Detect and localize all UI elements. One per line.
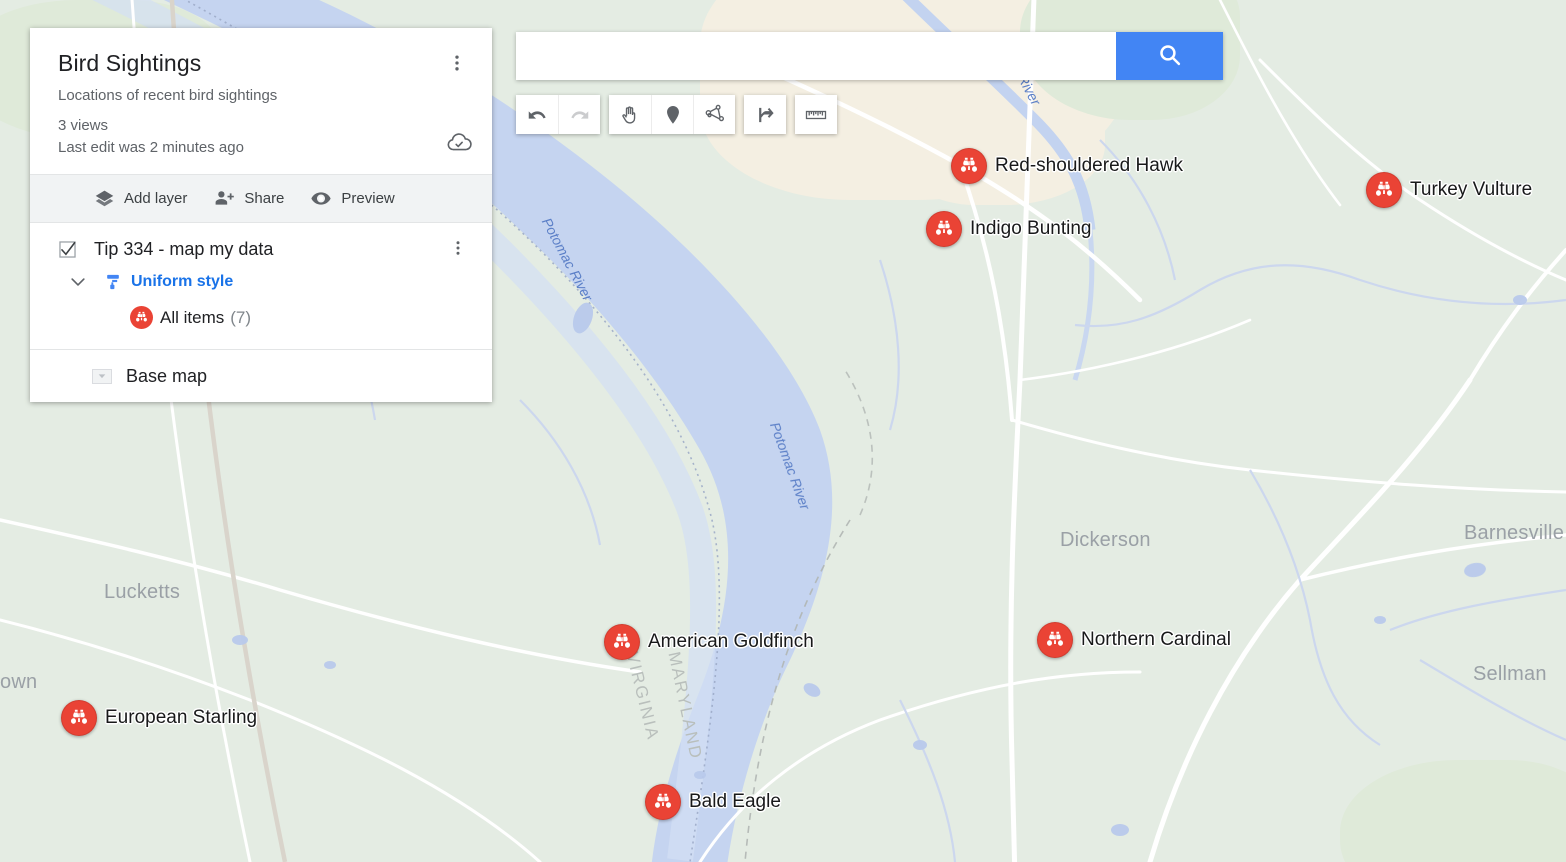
more-vert-icon xyxy=(449,239,467,262)
map-marker-label: American Goldfinch xyxy=(648,631,814,652)
binoculars-icon xyxy=(926,211,962,247)
layer-menu-button[interactable] xyxy=(444,236,472,264)
redo-icon xyxy=(569,104,591,126)
undo-icon xyxy=(526,104,548,126)
map-marker[interactable]: Northern Cardinal xyxy=(1037,622,1231,658)
panel-menu-button[interactable] xyxy=(442,50,472,80)
map-marker-label: Turkey Vulture xyxy=(1410,179,1533,200)
binoculars-icon xyxy=(604,624,640,660)
map-toolbar xyxy=(516,95,846,134)
search-input[interactable] xyxy=(516,32,1116,80)
paint-roller-icon xyxy=(102,271,124,293)
redo-button[interactable] xyxy=(558,95,600,134)
add-marker-button[interactable] xyxy=(651,95,693,134)
map-marker-label: Indigo Bunting xyxy=(970,218,1092,239)
layer-name: Tip 334 - map my data xyxy=(94,239,274,259)
add-layer-label: Add layer xyxy=(124,190,188,207)
directions-icon xyxy=(754,104,776,126)
map-marker-label: Bald Eagle xyxy=(689,791,781,812)
preview-label: Preview xyxy=(341,190,395,207)
base-map-swatch[interactable] xyxy=(92,368,112,384)
my-maps-app: Dickerson Barnesville Sellman Lucketts o… xyxy=(0,0,1566,862)
place-label: Lucketts xyxy=(104,581,181,603)
map-views-count: 3 views xyxy=(58,117,109,134)
panel-action-bar: Add layer Share Preview xyxy=(30,174,492,223)
map-marker[interactable]: European Starling xyxy=(61,700,257,736)
layer-row: Tip 334 - map my data xyxy=(58,239,472,260)
layer-list: Tip 334 - map my data Uniform style All … xyxy=(30,223,492,349)
binoculars-icon xyxy=(1037,622,1073,658)
map-marker[interactable]: Red-shouldered Hawk xyxy=(951,148,1183,184)
person-add-icon xyxy=(213,188,244,209)
binoculars-icon xyxy=(1366,172,1402,208)
map-title: Bird Sightings xyxy=(58,50,202,76)
map-marker-label: Red-shouldered Hawk xyxy=(995,155,1183,176)
map-description: Locations of recent bird sightings xyxy=(58,87,278,104)
toolbar-group-draw xyxy=(609,95,735,134)
directions-button[interactable] xyxy=(744,95,786,134)
place-label: Sellman xyxy=(1473,663,1547,685)
ruler-icon xyxy=(804,103,828,127)
place-label: Barnesville xyxy=(1464,522,1565,544)
layer-style-row[interactable]: Uniform style xyxy=(66,270,472,294)
base-map-label: Base map xyxy=(126,365,208,386)
hand-icon xyxy=(619,104,641,126)
polyline-icon xyxy=(704,104,726,126)
search-bar xyxy=(516,32,1223,80)
map-pin-icon xyxy=(662,104,684,126)
map-last-edit: Last edit was 2 minutes ago xyxy=(58,139,244,156)
more-vert-icon xyxy=(447,53,467,78)
all-items-label: All items xyxy=(160,307,225,327)
map-marker-label: Northern Cardinal xyxy=(1081,629,1231,650)
map-marker[interactable]: Indigo Bunting xyxy=(926,211,1092,247)
map-info-panel: Bird Sightings Locations of recent bird … xyxy=(30,28,492,402)
binoculars-icon xyxy=(645,784,681,820)
cloud-done-icon xyxy=(446,130,472,161)
map-marker-label: European Starling xyxy=(105,707,258,728)
place-label: Dickerson xyxy=(1060,529,1151,551)
layer-style-label: Uniform style xyxy=(131,273,234,290)
toolbar-group-history xyxy=(516,95,600,134)
map-marker[interactable]: Turkey Vulture xyxy=(1366,172,1532,208)
map-marker[interactable]: American Goldfinch xyxy=(604,624,814,660)
measure-button[interactable] xyxy=(795,95,837,134)
saved-status-indicator xyxy=(444,130,474,160)
add-layer-button[interactable]: Add layer xyxy=(94,188,187,209)
place-label: own xyxy=(0,671,38,693)
pan-tool-button[interactable] xyxy=(609,95,651,134)
base-map-row[interactable]: Base map xyxy=(30,349,492,402)
undo-button[interactable] xyxy=(516,95,558,134)
toolbar-group-measure xyxy=(795,95,837,134)
binoculars-icon xyxy=(61,700,97,736)
preview-button[interactable]: Preview xyxy=(310,188,395,209)
share-button[interactable]: Share xyxy=(213,188,284,209)
all-items-count: (7) xyxy=(230,307,252,327)
eye-icon xyxy=(310,188,341,209)
binoculars-icon xyxy=(951,148,987,184)
toolbar-group-directions xyxy=(744,95,786,134)
chevron-down-icon[interactable] xyxy=(66,270,90,294)
search-icon xyxy=(1157,42,1182,70)
layer-visibility-checkbox[interactable] xyxy=(58,240,77,259)
draw-line-button[interactable] xyxy=(693,95,735,134)
search-button[interactable] xyxy=(1116,32,1223,80)
layers-icon xyxy=(94,188,124,209)
map-marker[interactable]: Bald Eagle xyxy=(645,784,781,820)
share-label: Share xyxy=(244,190,285,207)
binoculars-icon xyxy=(130,306,153,329)
panel-header: Bird Sightings Locations of recent bird … xyxy=(30,28,492,174)
all-items-row[interactable]: All items (7) xyxy=(130,306,472,329)
